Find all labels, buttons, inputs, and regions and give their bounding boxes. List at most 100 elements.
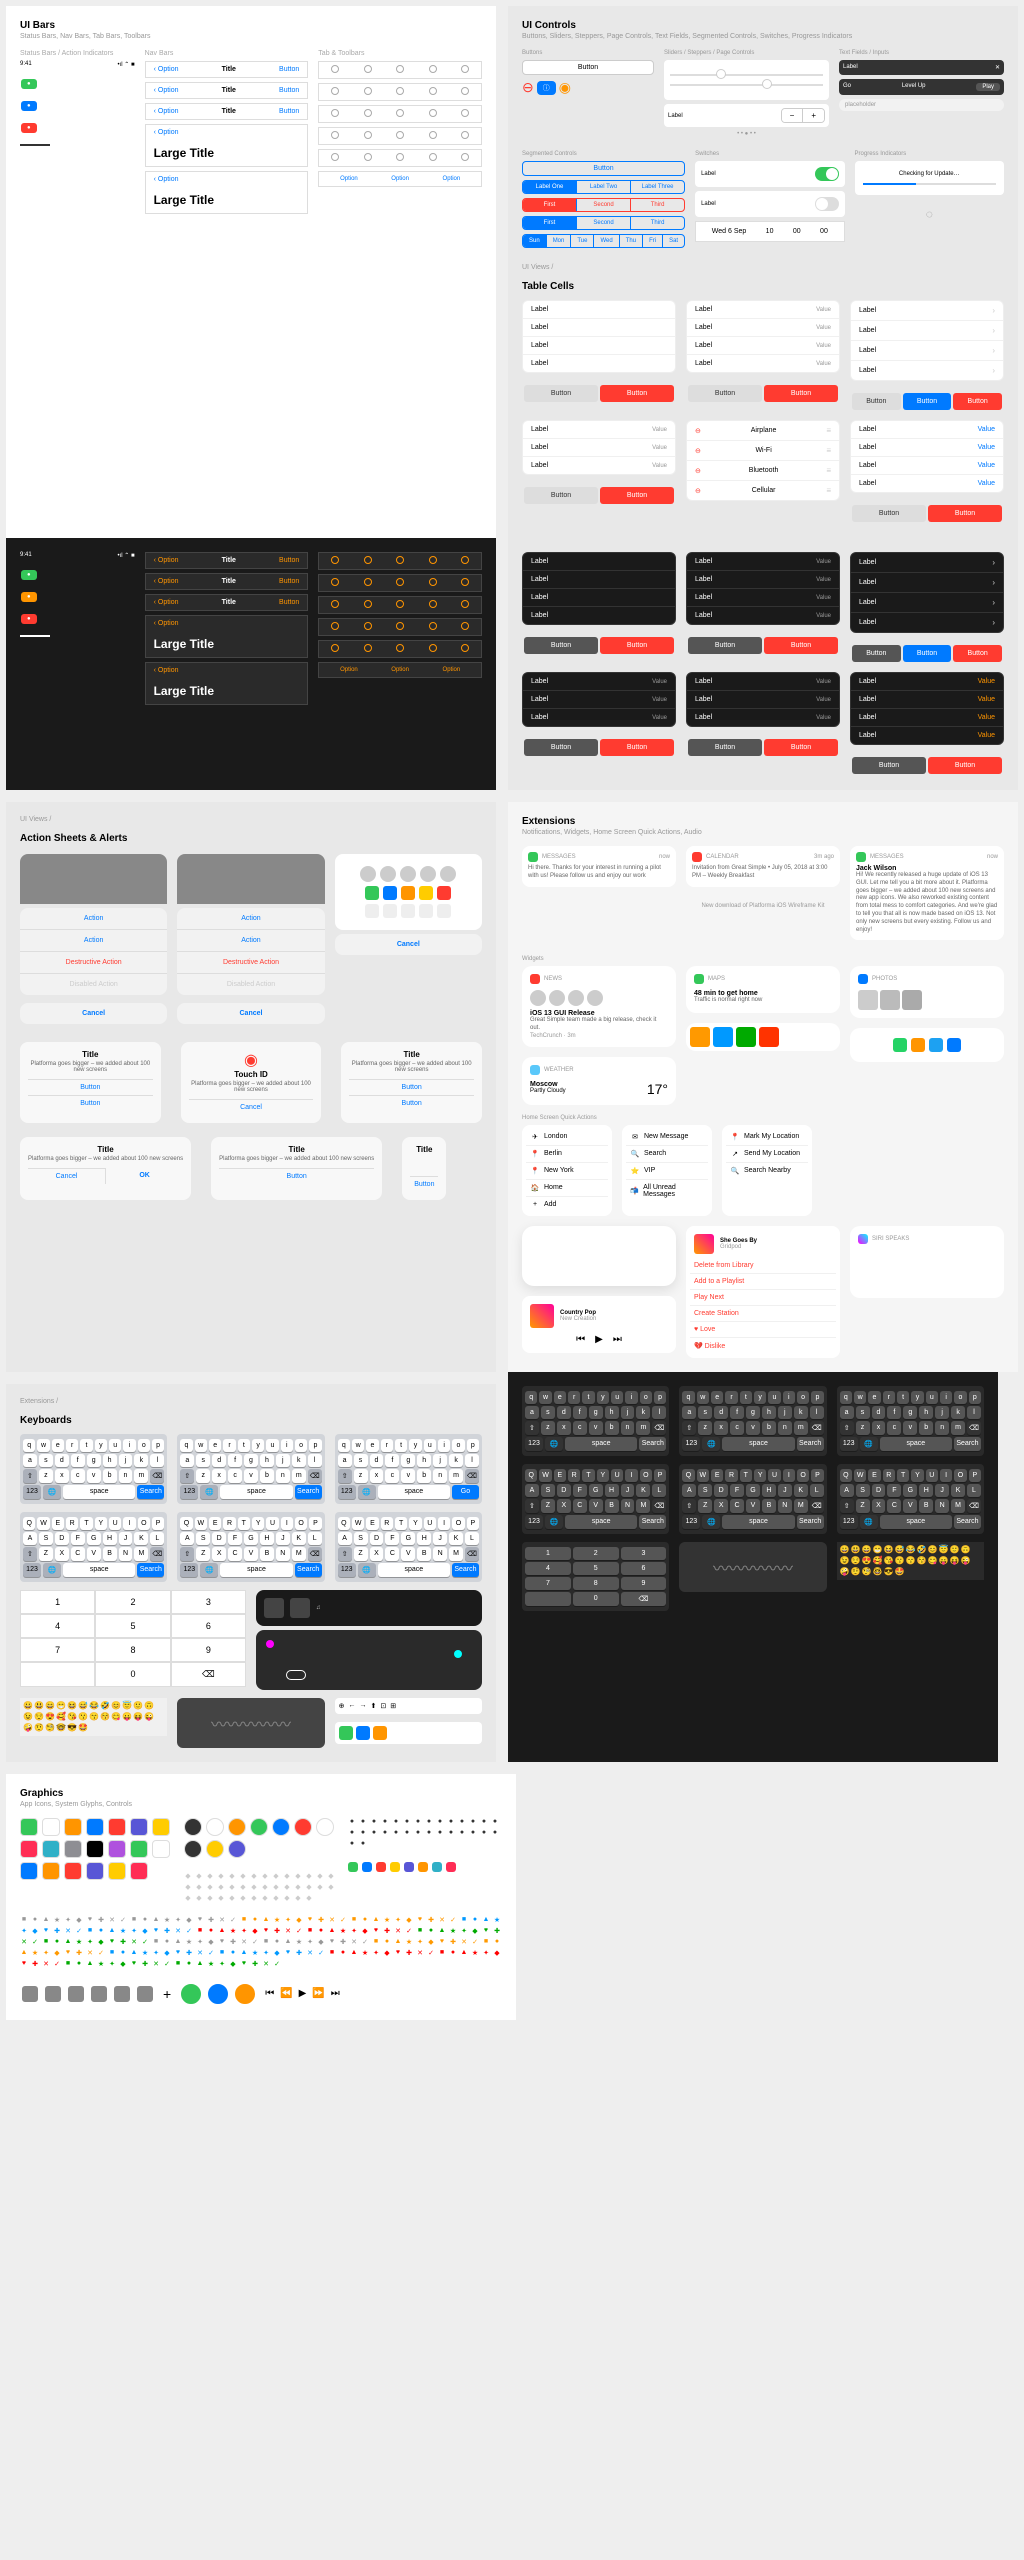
switch-off[interactable] (815, 197, 839, 211)
app-icon (20, 1840, 38, 1858)
text-field-dark[interactable]: Label✕ (839, 60, 1004, 75)
quick-action-item[interactable]: 🔍Search Nearby (726, 1163, 808, 1179)
keyboard[interactable]: QWERTYUIOPASDFGHJKL⇧ZXCVBNM⌫123🌐spaceSea… (837, 1464, 984, 1534)
keyboards-panel: Extensions / Keyboards qwertyuiopasdfghj… (6, 1384, 496, 1762)
slider[interactable] (670, 74, 823, 76)
music-widget[interactable]: ♫ (256, 1590, 482, 1626)
keyboard[interactable]: QWERTYUIOPASDFGHJKL⇧ZXCVBNM⌫123🌐spaceSea… (177, 1512, 324, 1582)
fingerprint-icon[interactable]: ◉ (559, 79, 571, 96)
avatar[interactable] (360, 866, 376, 882)
destructive-action[interactable]: Destructive Action (20, 952, 167, 974)
quick-action-item[interactable]: ⭐VIP (626, 1163, 708, 1180)
keyboard[interactable]: qwertyuiopasdfghjkl⇧zxcvbnm⌫123🌐spaceGo (335, 1434, 482, 1504)
keyboard[interactable]: qwertyuiopasdfghjkl⇧zxcvbnm⌫123🌐spaceSea… (177, 1434, 324, 1504)
music-menu-item[interactable]: ♥ Love (690, 1322, 836, 1338)
safari-icon[interactable]: → (360, 1702, 367, 1709)
media-control-icon[interactable]: ⏮ (265, 1988, 274, 1999)
nav-action[interactable]: Button (279, 66, 299, 73)
safari-icon[interactable]: ⊡ (380, 1702, 386, 1710)
cancel-button[interactable]: Cancel (20, 1003, 167, 1024)
minus-icon[interactable]: ⊖ (522, 79, 534, 96)
glyph-icon: ◆ (327, 1872, 335, 1880)
table-cells-dark-panel: LabelLabelLabelLabel ButtonButton LabelV… (508, 538, 1018, 790)
safari-icon[interactable]: ⬆ (371, 1702, 377, 1710)
safari-icon[interactable]: ⊕ (339, 1702, 345, 1710)
keyboard[interactable]: qwertyuiopasdfghjkl⇧zxcvbnm⌫123🌐spaceSea… (20, 1434, 167, 1504)
quick-action-item[interactable]: 📍Mark My Location (726, 1129, 808, 1146)
glyph-icon: ◆ (239, 1883, 247, 1891)
glyph-icon: ◆ (184, 1894, 192, 1902)
keyboard[interactable]: qwertyuiopasdfghjkl⇧zxcvbnm⌫123🌐spaceSea… (837, 1386, 984, 1456)
media-control-icon[interactable]: ▶ (299, 1988, 307, 1999)
media-control-icon[interactable]: ⏭ (331, 1988, 340, 1999)
keyboard[interactable]: QWERTYUIOPASDFGHJKL⇧ZXCVBNM⌫123🌐spaceSea… (20, 1512, 167, 1582)
now-playing[interactable] (256, 1630, 482, 1690)
notification[interactable]: MESSAGESnowHi there. Thanks for your int… (522, 846, 676, 887)
control-center-button[interactable] (43, 1984, 63, 2004)
media-player[interactable]: Country PopNew Creation ⏮▶⏭ (522, 1296, 676, 1353)
blank-widget[interactable] (522, 1226, 676, 1286)
app-icon (20, 1818, 38, 1836)
action-item[interactable]: Action (20, 908, 167, 930)
quick-action-item[interactable]: ↗Send My Location (726, 1146, 808, 1163)
control-center-button[interactable] (112, 1984, 132, 2004)
button-outline[interactable]: Button (522, 60, 654, 75)
alert-button[interactable]: Button (28, 1079, 153, 1095)
glyph-icon: ◆ (316, 1883, 324, 1891)
quick-action-item[interactable]: 🏠Home (526, 1180, 608, 1197)
quick-action-item[interactable]: 📍New York (526, 1163, 608, 1180)
keyboard[interactable]: QWERTYUIOPASDFGHJKL⇧ZXCVBNM⌫123🌐spaceSea… (335, 1512, 482, 1582)
safari-icon[interactable]: ← (349, 1702, 356, 1709)
safari-icon[interactable]: ⊞ (390, 1702, 396, 1710)
app-icon (108, 1840, 126, 1858)
numpad[interactable]: 1234567890⌫ (20, 1590, 246, 1687)
siri-widget[interactable]: SIRI SPEAKS (850, 1226, 1004, 1298)
play-icon[interactable]: ▶ (595, 1334, 603, 1345)
nav-back[interactable]: ‹ Option (154, 66, 179, 73)
control-center-button[interactable] (89, 1984, 109, 2004)
stepper[interactable]: −+ (781, 108, 825, 123)
glyph-icon: ◆ (272, 1894, 280, 1902)
tabbar (318, 61, 482, 79)
share-app-icon[interactable] (365, 886, 379, 900)
maps-widget[interactable]: MAPS48 min to get homeTraffic is normal … (686, 966, 840, 1013)
quick-action-item[interactable]: 🔍Search (626, 1146, 708, 1163)
keyboard[interactable]: QWERTYUIOPASDFGHJKL⇧ZXCVBNM⌫123🌐spaceSea… (679, 1464, 826, 1534)
segmented-control[interactable]: Label OneLabel TwoLabel Three (522, 180, 685, 194)
control-center-button[interactable] (135, 1984, 155, 2004)
numpad-dark[interactable]: 1234567890⌫ (522, 1542, 669, 1611)
music-menu-item[interactable]: Play Next (690, 1290, 836, 1306)
music-menu-item[interactable]: 💔 Dislike (690, 1338, 836, 1354)
placeholder-input[interactable]: placeholder (839, 99, 1004, 111)
info-button[interactable]: ⓘ (537, 81, 556, 95)
quick-action-item[interactable]: 📬All Unread Messages (626, 1180, 708, 1202)
glyph-icon: ◆ (217, 1883, 225, 1891)
music-menu-item[interactable]: Delete from Library (690, 1258, 836, 1274)
music-menu-item[interactable]: Create Station (690, 1306, 836, 1322)
round-icon (294, 1818, 312, 1836)
app-icon (108, 1862, 126, 1880)
control-center-button[interactable] (20, 1984, 40, 2004)
control-center-button[interactable] (66, 1984, 86, 2004)
emoji-keyboard[interactable]: 😀😃😄😁😆😅😂🤣😊😇🙂🙃😉😌😍🥰😘😗😙😚😋😛😝😜🤪🤨🧐🤓😎🤩 (20, 1698, 167, 1736)
quick-action-item[interactable]: ✉New Message (626, 1129, 708, 1146)
keyboard[interactable]: qwertyuiopasdfghjkl⇧zxcvbnm⌫123🌐spaceSea… (679, 1386, 826, 1456)
quick-action-item[interactable]: 📍Berlin (526, 1146, 608, 1163)
prev-icon[interactable]: ⏮ (576, 1334, 585, 1345)
quick-action-item[interactable]: +Add (526, 1197, 608, 1212)
table-cell[interactable]: Label (523, 301, 675, 319)
media-control-icon[interactable]: ⏪ (280, 1988, 292, 1999)
date-picker[interactable]: Wed 6 Sep100000 (695, 221, 844, 242)
switch-on[interactable] (815, 167, 839, 181)
keyboard[interactable]: QWERTYUIOPASDFGHJKL⇧ZXCVBNM⌫123🌐spaceSea… (522, 1464, 669, 1534)
quick-action-item[interactable]: ✈London (526, 1129, 608, 1146)
news-widget[interactable]: NEWS iOS 13 GUI ReleaseGreat Simple team… (522, 966, 676, 1047)
weather-widget[interactable]: WEATHERMoscowPartly Cloudy17° (522, 1057, 676, 1105)
siri-icon (858, 1234, 868, 1244)
media-control-icon[interactable]: ⏩ (312, 1988, 324, 1999)
next-icon[interactable]: ⏭ (613, 1334, 622, 1345)
action-sheet: Action Action Destructive Action Disable… (20, 908, 167, 995)
keyboard[interactable]: qwertyuiopasdfghjkl⇧zxcvbnm⌫123🌐spaceSea… (522, 1386, 669, 1456)
voice-waveform[interactable]: 〰〰〰〰〰 (177, 1698, 324, 1748)
music-menu-item[interactable]: Add to a Playlist (690, 1274, 836, 1290)
